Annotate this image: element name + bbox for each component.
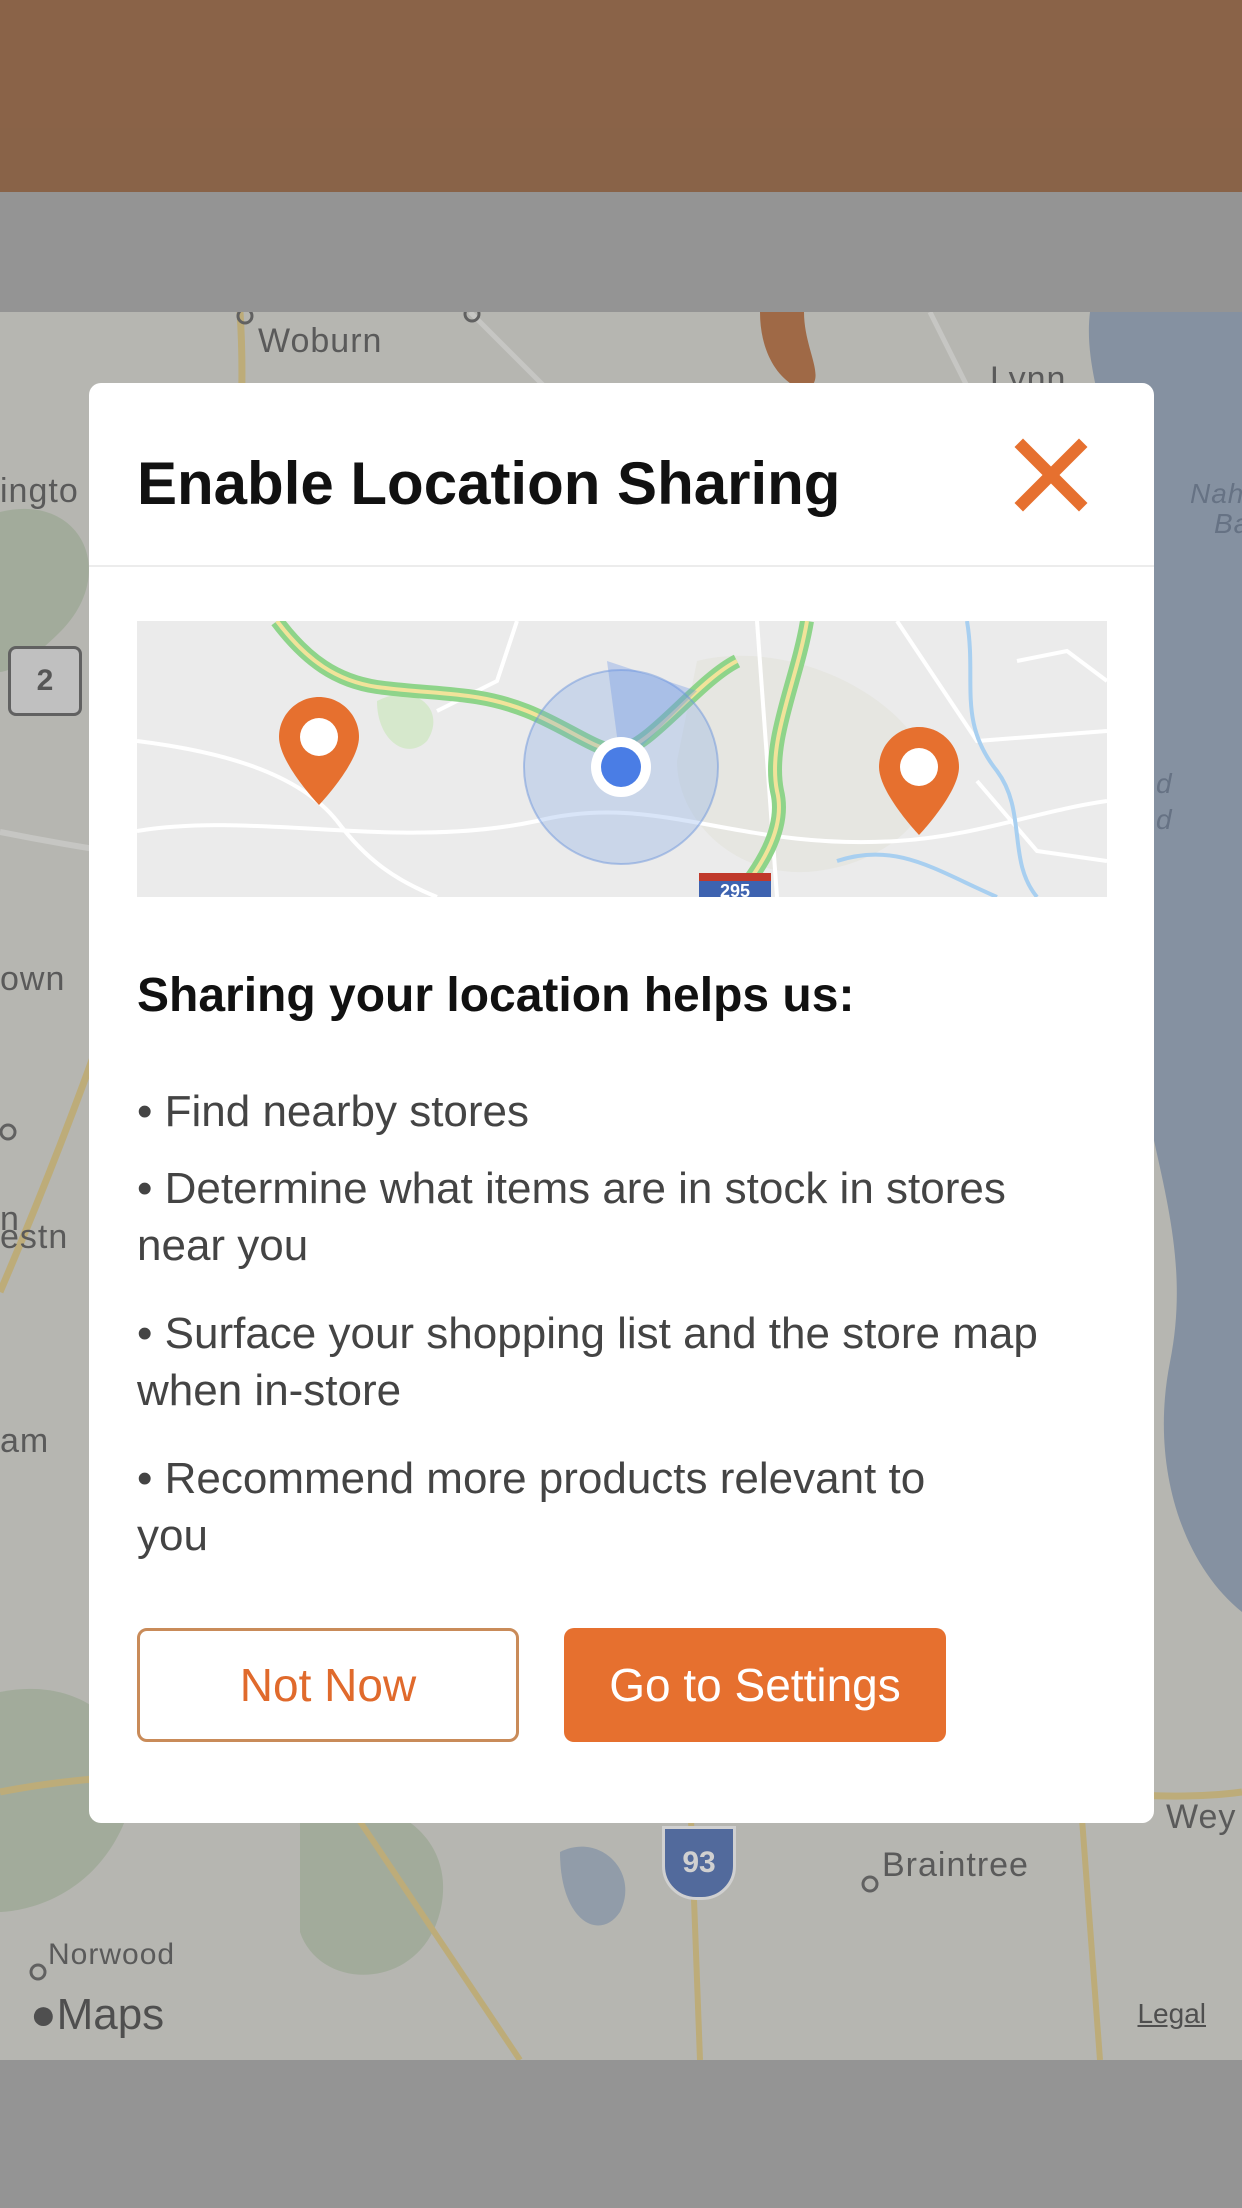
benefits-heading: Sharing your location helps us: bbox=[137, 969, 855, 1022]
go-to-settings-button[interactable]: Go to Settings bbox=[564, 1628, 946, 1742]
location-illustration: 295 bbox=[137, 621, 1107, 897]
not-now-button[interactable]: Not Now bbox=[137, 1628, 519, 1742]
interstate-shield: 295 bbox=[699, 873, 771, 897]
close-icon bbox=[1014, 438, 1088, 512]
benefit-item-shopping-list: • Surface your shopping list and the sto… bbox=[137, 1309, 1038, 1415]
benefit-item-find-stores: • Find nearby stores bbox=[137, 1087, 530, 1136]
location-sharing-dialog: Enable Location Sharing 295 Sharing your… bbox=[89, 383, 1154, 1823]
current-location-dot bbox=[591, 737, 651, 797]
dialog-header: Enable Location Sharing bbox=[89, 383, 1154, 567]
benefit-item-stock: • Determine what items are in stock in s… bbox=[137, 1164, 1006, 1270]
shield-number: 295 bbox=[720, 881, 750, 897]
benefit-item-recommend: • Recommend more products relevant to yo… bbox=[137, 1454, 926, 1560]
illustration-map: 295 bbox=[137, 621, 1107, 897]
close-button[interactable] bbox=[1009, 433, 1093, 517]
dialog-title: Enable Location Sharing bbox=[137, 450, 841, 517]
